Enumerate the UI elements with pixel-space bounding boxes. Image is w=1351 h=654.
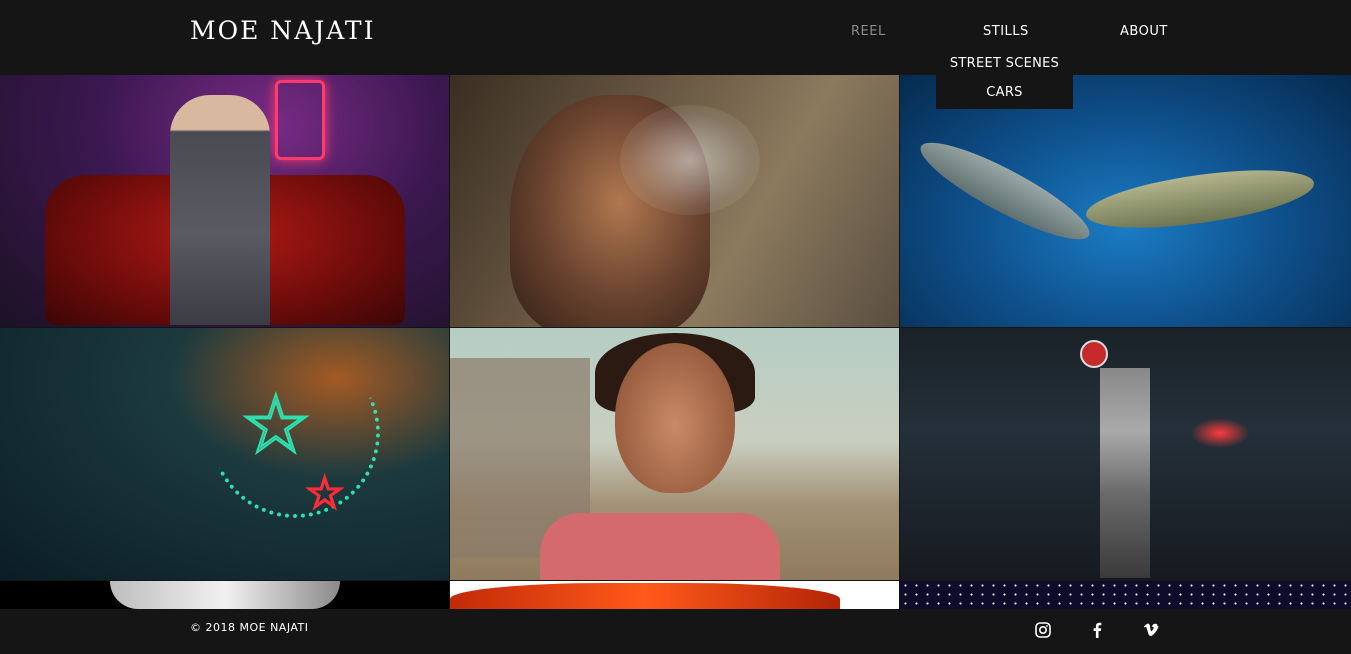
girl-face: [615, 343, 735, 493]
site-logo[interactable]: MOE NAJATI: [190, 16, 375, 45]
nav-reel[interactable]: REEL: [851, 24, 886, 39]
nav-stills[interactable]: STILLS: [983, 24, 1029, 39]
fish-on-blue-fabric-photo[interactable]: [900, 75, 1351, 327]
site-header: MOE NAJATI REEL STILLS ABOUT: [0, 0, 1351, 75]
girl-shirt: [540, 513, 780, 580]
facebook-icon[interactable]: [1087, 620, 1107, 640]
site-footer: © 2018 MOE NAJATI: [0, 609, 1351, 654]
black-white-partial-photo[interactable]: [0, 581, 449, 609]
fish-right: [1082, 159, 1318, 239]
copyright-text: © 2018 MOE NAJATI: [190, 621, 309, 634]
neon-star-icon: ☆: [239, 377, 313, 472]
red-car-partial-photo[interactable]: [450, 581, 899, 609]
seated-man: [170, 95, 270, 325]
neon-sign: [275, 80, 325, 160]
round-sign: [1080, 340, 1108, 368]
stills-dropdown-menu: STREET SCENES CARS: [936, 48, 1073, 109]
smoke-cloud: [620, 105, 760, 215]
vimeo-icon[interactable]: [1141, 620, 1161, 640]
starry-sky-partial-photo[interactable]: [900, 581, 1351, 609]
nav-about[interactable]: ABOUT: [1120, 24, 1168, 39]
woman-smoking-photo[interactable]: [450, 75, 899, 327]
red-light: [1190, 418, 1250, 448]
robot-figure: [1100, 368, 1150, 578]
fish-left: [911, 127, 1099, 255]
dropdown-item-cars[interactable]: CARS: [936, 85, 1073, 100]
red-car: [450, 583, 840, 609]
robot-workshop-photo[interactable]: [900, 328, 1351, 580]
man-on-red-sofa-photo[interactable]: [0, 75, 449, 327]
smiling-girl-photo[interactable]: [450, 328, 899, 580]
neon-red-star-icon: ☆: [304, 467, 345, 520]
neon-crescent-star-photo[interactable]: ☆ ☆: [0, 328, 449, 580]
white-shape: [110, 581, 340, 609]
instagram-icon[interactable]: [1033, 620, 1053, 640]
dropdown-item-street-scenes[interactable]: STREET SCENES: [936, 56, 1073, 71]
